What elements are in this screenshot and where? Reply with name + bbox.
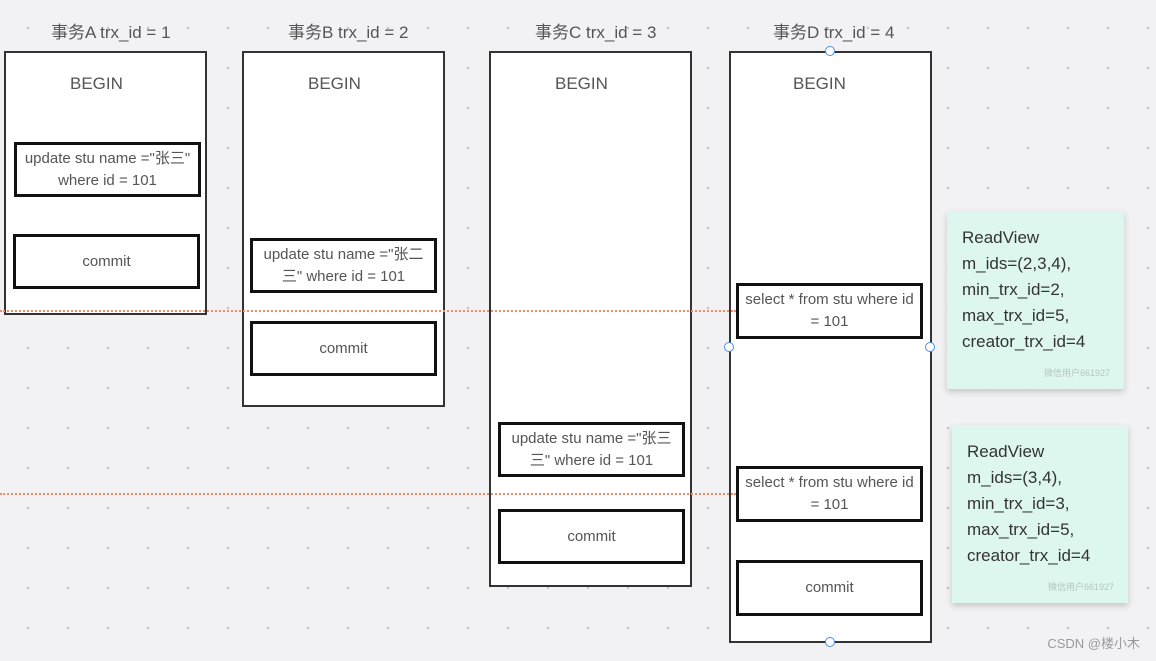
transaction-d-lane[interactable]: BEGIN select * from stu where id = 101 s… [729, 51, 932, 643]
select-statement-2[interactable]: select * from stu where id = 101 [736, 466, 923, 522]
begin-label: BEGIN [555, 74, 608, 93]
begin-label: BEGIN [793, 74, 846, 93]
readview-note-2[interactable]: ReadView m_ids=(3,4), min_trx_id=3, max_… [952, 425, 1128, 603]
commit-statement[interactable]: commit [250, 321, 437, 376]
readview-line: max_trx_id=5, [962, 306, 1070, 325]
csdn-credit: CSDN @楼小木 [1047, 636, 1140, 651]
transaction-c-title: 事务C trx_id = 3 [535, 23, 657, 42]
resize-handle-left[interactable] [724, 342, 734, 352]
resize-handle-right[interactable] [925, 342, 935, 352]
transaction-b-lane[interactable]: BEGIN update stu name ="张二三" where id = … [242, 51, 445, 407]
readview-line: m_ids=(2,3,4), [962, 254, 1072, 273]
readview-note-1[interactable]: ReadView m_ids=(2,3,4), min_trx_id=2, ma… [947, 211, 1124, 389]
resize-handle-bottom[interactable] [825, 637, 835, 647]
readview-line: ReadView [967, 442, 1045, 461]
timeline-dotted-line-1 [0, 310, 736, 312]
select-statement-1[interactable]: select * from stu where id = 101 [736, 283, 923, 339]
update-statement[interactable]: update stu name ="张三" where id = 101 [14, 142, 201, 197]
commit-statement[interactable]: commit [498, 509, 685, 564]
readview-line: creator_trx_id=4 [967, 546, 1091, 565]
readview-line: min_trx_id=2, [962, 280, 1065, 299]
readview-line: ReadView [962, 228, 1040, 247]
transaction-a-title: 事务A trx_id = 1 [51, 23, 171, 42]
readview-line: m_ids=(3,4), [967, 468, 1062, 487]
readview-line: creator_trx_id=4 [962, 332, 1086, 351]
watermark: 微信用户661927 [1043, 368, 1110, 378]
transaction-b-title: 事务B trx_id = 2 [288, 23, 409, 42]
transaction-d-title: 事务D trx_id = 4 [773, 23, 895, 42]
commit-statement[interactable]: commit [13, 234, 200, 289]
update-statement[interactable]: update stu name ="张三三" where id = 101 [498, 422, 685, 477]
begin-label: BEGIN [70, 74, 123, 93]
readview-line: min_trx_id=3, [967, 494, 1070, 513]
readview-line: max_trx_id=5, [967, 520, 1075, 539]
commit-statement[interactable]: commit [736, 560, 923, 616]
watermark: 微信用户661927 [1047, 582, 1114, 592]
timeline-dotted-line-2 [0, 493, 736, 495]
transaction-a-lane[interactable]: BEGIN update stu name ="张三" where id = 1… [4, 51, 207, 315]
update-statement[interactable]: update stu name ="张二三" where id = 101 [250, 238, 437, 293]
resize-handle-top[interactable] [825, 46, 835, 56]
begin-label: BEGIN [308, 74, 361, 93]
transaction-c-lane[interactable]: BEGIN update stu name ="张三三" where id = … [489, 51, 692, 587]
